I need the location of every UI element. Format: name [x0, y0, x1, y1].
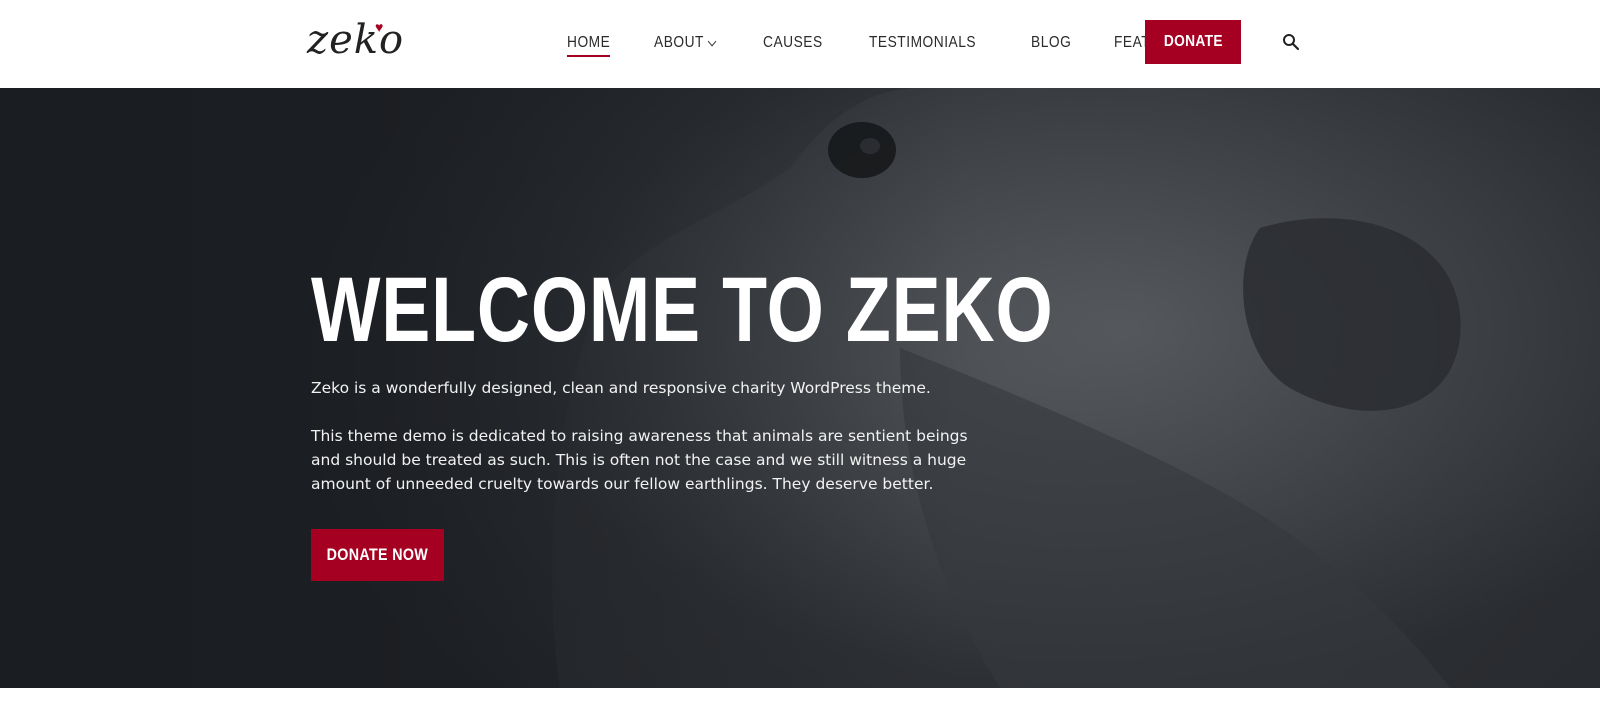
hero-title: WELCOME TO ZEKO — [311, 259, 1054, 361]
nav-item-causes[interactable]: CAUSES — [763, 28, 823, 58]
search-icon[interactable] — [1282, 33, 1300, 51]
hero-description-text: This theme demo is dedicated to raising … — [311, 427, 968, 493]
chevron-down-icon — [708, 36, 717, 46]
donate-button-label: DONATE — [1163, 33, 1223, 50]
site-header: zeko ♥ HOME ABOUT CAUSES TESTIMONIALS BL… — [0, 0, 1600, 88]
donate-now-button-label: DONATE NOW — [326, 545, 429, 564]
donate-button[interactable]: DONATE — [1145, 20, 1241, 64]
logo-text: zeko — [307, 17, 405, 63]
nav-item-home[interactable]: HOME — [567, 28, 611, 58]
nav-item-testimonials[interactable]: TESTIMONIALS — [869, 28, 976, 58]
nav-item-about[interactable]: ABOUT — [654, 28, 717, 58]
hero-intro-text: Zeko is a wonderfully designed, clean an… — [311, 379, 931, 397]
hero-section: WELCOME TO ZEKO Zeko is a wonderfully de… — [0, 88, 1600, 688]
nav-label: CAUSES — [762, 34, 823, 51]
nav-label: HOME — [567, 34, 611, 51]
donate-now-button[interactable]: DONATE NOW — [311, 529, 444, 581]
heart-icon: ♥ — [375, 19, 384, 35]
nav-label: TESTIMONIALS — [868, 34, 977, 51]
page-content-start — [0, 688, 1600, 711]
nav-item-blog[interactable]: BLOG — [1031, 28, 1071, 58]
nav-label: BLOG — [1030, 34, 1071, 51]
site-logo[interactable]: zeko ♥ — [307, 14, 417, 66]
nav-label: ABOUT — [654, 34, 705, 51]
